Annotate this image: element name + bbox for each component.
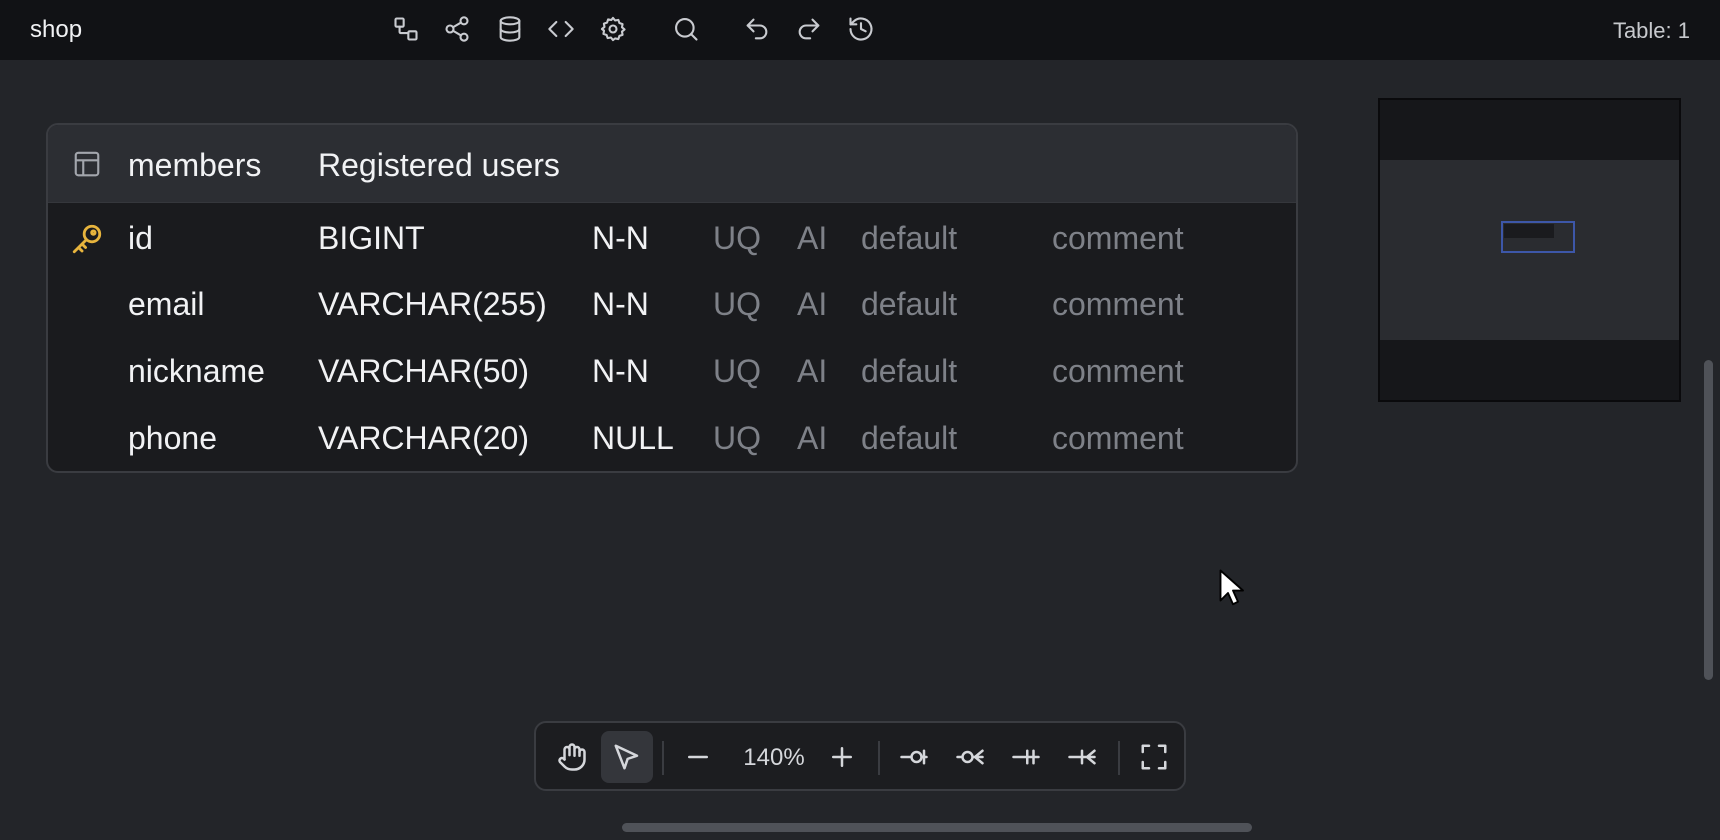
zero-or-one-icon (900, 749, 928, 765)
column-nullable[interactable]: N-N (592, 286, 649, 323)
top-bar: shop Table: 1 (0, 0, 1720, 60)
relation-one-one-button[interactable] (1000, 731, 1052, 783)
code-icon[interactable] (545, 13, 577, 45)
relation-zero-many-button[interactable] (944, 731, 996, 783)
column-autoincrement-toggle[interactable]: AI (797, 220, 827, 257)
column-default[interactable]: default (861, 220, 957, 257)
undo-icon[interactable] (741, 13, 773, 45)
fit-view-button[interactable] (1128, 731, 1180, 783)
column-name[interactable]: id (128, 220, 153, 257)
column-type[interactable]: VARCHAR(255) (318, 286, 547, 323)
horizontal-scrollbar[interactable] (622, 823, 1252, 832)
app-title: shop (30, 16, 83, 43)
toolbar-separator (662, 741, 664, 775)
column-unique-toggle[interactable]: UQ (713, 420, 761, 457)
zoom-out-button[interactable] (672, 731, 724, 783)
share-icon[interactable] (441, 13, 473, 45)
column-row[interactable]: phone VARCHAR(20) NULL UQ AI default com… (48, 405, 1296, 471)
column-autoincrement-toggle[interactable]: AI (797, 353, 827, 390)
database-icon[interactable] (494, 13, 526, 45)
one-and-only-one-icon (1012, 749, 1040, 765)
table-card-members[interactable]: members Registered users id BIGINT N-N U… (46, 123, 1298, 473)
column-comment[interactable]: comment (1052, 353, 1184, 390)
zero-or-many-icon (956, 749, 984, 765)
column-row[interactable]: id BIGINT N-N UQ AI default comment (48, 205, 1296, 271)
column-row[interactable]: email VARCHAR(255) N-N UQ AI default com… (48, 271, 1296, 337)
zoom-level[interactable]: 140% (734, 744, 814, 772)
minus-icon (688, 755, 708, 759)
relation-zero-one-button[interactable] (888, 731, 940, 783)
redo-icon[interactable] (793, 13, 825, 45)
column-autoincrement-toggle[interactable]: AI (797, 420, 827, 457)
mouse-cursor-icon (1218, 568, 1248, 608)
column-name[interactable]: phone (128, 420, 217, 457)
column-default[interactable]: default (861, 286, 957, 323)
column-comment[interactable]: comment (1052, 420, 1184, 457)
column-row[interactable]: nickname VARCHAR(50) N-N UQ AI default c… (48, 338, 1296, 404)
vertical-scrollbar[interactable] (1704, 360, 1713, 680)
minimap-canvas (1380, 160, 1679, 340)
primary-key-icon (70, 222, 104, 256)
column-type[interactable]: VARCHAR(50) (318, 353, 529, 390)
fullscreen-icon (1141, 744, 1167, 770)
diagram-icon[interactable] (390, 13, 422, 45)
select-tool-button[interactable] (601, 731, 653, 783)
plus-icon (832, 747, 852, 767)
hand-tool-button[interactable] (546, 731, 598, 783)
column-type[interactable]: BIGINT (318, 220, 425, 257)
table-icon (72, 149, 102, 179)
pointer-icon (614, 744, 639, 770)
column-comment[interactable]: comment (1052, 286, 1184, 323)
search-icon[interactable] (670, 13, 702, 45)
column-nullable[interactable]: N-N (592, 220, 649, 257)
zoom-in-button[interactable] (816, 731, 868, 783)
one-or-many-icon (1068, 749, 1096, 765)
column-unique-toggle[interactable]: UQ (713, 353, 761, 390)
toolbar-separator (1118, 741, 1120, 775)
column-autoincrement-toggle[interactable]: AI (797, 286, 827, 323)
column-default[interactable]: default (861, 353, 957, 390)
toolbar-separator (878, 741, 880, 775)
table-comment[interactable]: Registered users (318, 147, 560, 184)
column-default[interactable]: default (861, 420, 957, 457)
column-nullable[interactable]: NULL (592, 420, 674, 457)
relation-one-many-button[interactable] (1056, 731, 1108, 783)
canvas-toolbar: 140% (534, 721, 1186, 791)
column-nullable[interactable]: N-N (592, 353, 649, 390)
hand-icon (558, 743, 586, 771)
settings-icon[interactable] (597, 13, 629, 45)
column-type[interactable]: VARCHAR(20) (318, 420, 529, 457)
column-unique-toggle[interactable]: UQ (713, 286, 761, 323)
column-name[interactable]: email (128, 286, 204, 323)
table-count: Table: 1 (1612, 18, 1690, 43)
table-name[interactable]: members (128, 147, 261, 184)
column-comment[interactable]: comment (1052, 220, 1184, 257)
table-header[interactable]: members Registered users (48, 125, 1296, 203)
column-unique-toggle[interactable]: UQ (713, 220, 761, 257)
history-icon[interactable] (845, 13, 877, 45)
column-name[interactable]: nickname (128, 353, 265, 390)
minimap-viewport[interactable] (1501, 221, 1575, 253)
minimap[interactable] (1378, 98, 1681, 402)
